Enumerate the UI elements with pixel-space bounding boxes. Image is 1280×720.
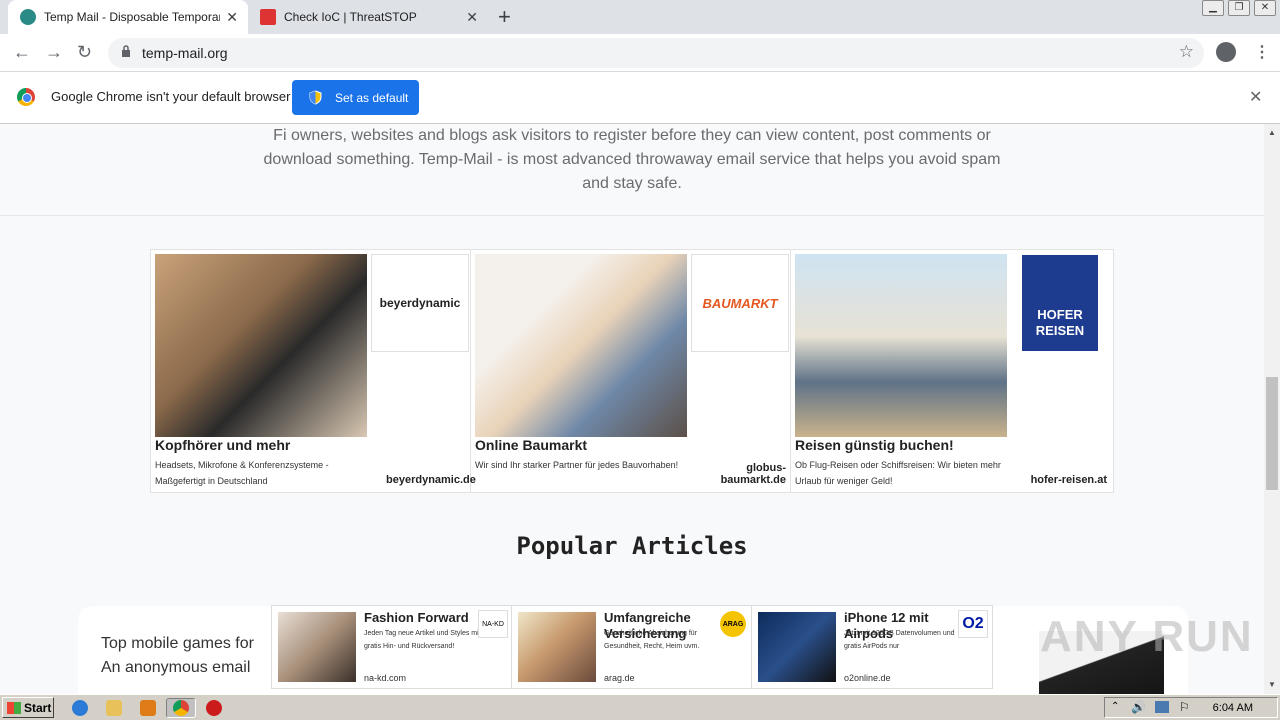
forward-icon[interactable]: → <box>45 42 63 63</box>
o2-logo[interactable]: O2 <box>958 610 988 638</box>
ad-banner: beyerdynamic Kopfhörer und mehr Headsets… <box>150 249 1114 493</box>
article-title[interactable]: Top mobile games for An anonymous email <box>101 632 271 680</box>
section-divider <box>0 215 1264 216</box>
minimize-icon[interactable]: ▁ <box>1202 0 1224 16</box>
native-ad-description: Ganzheitliche Absicherung für Gesundheit… <box>604 630 700 650</box>
scroll-thumb[interactable] <box>1266 377 1278 490</box>
browser-toolbar: ← → ↻ temp-mail.org ☆ ⋮ <box>0 34 1280 72</box>
native-ad-headline[interactable]: Fashion Forward <box>364 610 474 626</box>
native-ad-strip: Fashion Forward Jeden Tag neue Artikel u… <box>271 605 993 689</box>
restore-icon[interactable]: ❐ <box>1228 0 1250 16</box>
start-label: Start <box>24 700 52 715</box>
close-infobar-icon[interactable]: ✕ <box>1249 87 1262 107</box>
default-browser-infobar: Google Chrome isn't your default browser… <box>0 72 1280 124</box>
scroll-down-icon[interactable]: ▼ <box>1268 680 1276 689</box>
fashion-image[interactable] <box>278 612 356 682</box>
native-ad-domain[interactable]: arag.de <box>604 673 635 683</box>
tab-threatstop[interactable]: Check IoC | ThreatSTOP ✕ <box>248 0 488 34</box>
bookmark-star-icon[interactable]: ☆ <box>1179 42 1194 62</box>
ad-domain[interactable]: globus-baumarkt.de <box>706 462 786 486</box>
iphone-image[interactable] <box>758 612 836 682</box>
baumarkt-image[interactable] <box>475 254 687 437</box>
new-tab-button[interactable]: + <box>498 4 511 30</box>
tray-expand-icon[interactable]: ⌃ <box>1111 701 1119 712</box>
native-ad-domain[interactable]: na-kd.com <box>364 673 406 683</box>
set-as-default-label: Set as default <box>335 90 409 105</box>
system-tray: ⌃ 🔊 ⚐ 6:04 AM <box>1104 697 1278 718</box>
set-as-default-button[interactable]: Set as default <box>292 80 419 115</box>
menu-dots-icon[interactable]: ⋮ <box>1254 42 1270 62</box>
anyrun-watermark: ANY RUN <box>1040 612 1254 661</box>
tab-title: Temp Mail - Disposable Temporary E <box>44 10 220 24</box>
chrome-logo-icon <box>17 88 35 106</box>
native-ad-description: Jeden Tag neue Artikel und Styles mit gr… <box>364 630 481 650</box>
beyerdynamic-logo[interactable]: beyerdynamic <box>371 254 469 352</box>
intro-paragraph: Fi owners, websites and blogs ask visito… <box>263 127 1001 192</box>
headphones-image[interactable] <box>155 254 367 437</box>
address-bar[interactable]: temp-mail.org ☆ <box>108 38 1204 68</box>
chrome-icon <box>173 700 189 716</box>
lock-icon <box>122 45 130 57</box>
travel-image[interactable] <box>795 254 1007 437</box>
nakd-logo[interactable]: NA-KD <box>478 610 508 638</box>
ad-unit-beyerdynamic[interactable]: beyerdynamic Kopfhörer und mehr Headsets… <box>151 250 476 492</box>
internet-explorer-icon[interactable] <box>72 700 88 716</box>
media-player-icon[interactable] <box>140 700 156 716</box>
ad-domain[interactable]: hofer-reisen.at <box>1027 474 1107 486</box>
opera-icon[interactable] <box>206 700 222 716</box>
windows-taskbar: Start ⌃ 🔊 ⚐ 6:04 AM <box>0 694 1280 720</box>
temp-mail-favicon-icon <box>20 9 36 25</box>
threatstop-favicon-icon <box>260 9 276 25</box>
clock[interactable]: 6:04 AM <box>1213 702 1253 714</box>
page-content: Fi owners, websites and blogs ask visito… <box>0 124 1264 694</box>
explorer-folder-icon[interactable] <box>106 700 122 716</box>
url-text: temp-mail.org <box>142 45 228 61</box>
back-icon[interactable]: ← <box>13 42 31 63</box>
native-ad-domain[interactable]: o2online.de <box>844 673 891 683</box>
ad-headline[interactable]: Kopfhörer und mehr <box>155 437 290 453</box>
close-window-icon[interactable]: ✕ <box>1254 0 1276 16</box>
reload-icon[interactable]: ↻ <box>77 42 92 63</box>
ad-description: Headsets, Mikrofone & Konferenzsysteme -… <box>155 460 329 486</box>
window-controls: ▁ ❐ ✕ <box>1202 0 1276 16</box>
ad-unit-hofer[interactable]: HOFER REISEN Reisen günstig buchen! Ob F… <box>791 250 1111 492</box>
network-icon[interactable] <box>1155 701 1169 713</box>
profile-avatar-icon[interactable] <box>1216 42 1236 62</box>
hofer-logo[interactable]: HOFER REISEN <box>1011 254 1109 352</box>
action-center-flag-icon[interactable]: ⚐ <box>1179 700 1190 714</box>
close-tab-icon[interactable]: ✕ <box>226 9 238 26</box>
start-button[interactable]: Start <box>2 697 54 718</box>
ad-description: Ob Flug-Reisen oder Schiffsreisen: Wir b… <box>795 460 1001 486</box>
ad-headline[interactable]: Reisen günstig buchen! <box>795 437 954 453</box>
scroll-up-icon[interactable]: ▲ <box>1268 128 1276 137</box>
couple-image[interactable] <box>518 612 596 682</box>
tab-title: Check IoC | ThreatSTOP <box>284 10 417 24</box>
ad-headline[interactable]: Online Baumarkt <box>475 437 587 453</box>
popular-articles-heading: Popular Articles <box>516 532 748 560</box>
close-tab-icon[interactable]: ✕ <box>466 9 478 26</box>
arag-logo[interactable]: ARAG <box>718 610 748 638</box>
ad-description: Wir sind Ihr starker Partner für jedes B… <box>475 460 679 470</box>
native-ad-description: Jetzt mit 120GB Datenvolumen und gratis … <box>844 630 955 650</box>
ad-unit-baumarkt[interactable]: BAUMARKT Online Baumarkt Wir sind Ihr st… <box>471 250 791 492</box>
tab-temp-mail[interactable]: Temp Mail - Disposable Temporary E ✕ <box>8 0 248 34</box>
baumarkt-logo[interactable]: BAUMARKT <box>691 254 789 352</box>
native-ad-arag[interactable]: Umfangreiche Versicherung Ganzheitliche … <box>512 606 752 688</box>
native-ad-nakd[interactable]: Fashion Forward Jeden Tag neue Artikel u… <box>272 606 512 688</box>
shield-icon <box>309 90 322 105</box>
volume-icon[interactable]: 🔊 <box>1131 700 1146 714</box>
windows-flag-icon <box>7 701 21 714</box>
page-scrollbar[interactable]: ▲ ▼ <box>1264 124 1280 694</box>
tab-strip: Temp Mail - Disposable Temporary E ✕ Che… <box>0 0 1280 34</box>
ad-domain[interactable]: beyerdynamic.de <box>386 474 476 486</box>
infobar-message: Google Chrome isn't your default browser <box>51 89 291 104</box>
native-ad-o2[interactable]: iPhone 12 mit Airpods Jetzt mit 120GB Da… <box>752 606 992 688</box>
